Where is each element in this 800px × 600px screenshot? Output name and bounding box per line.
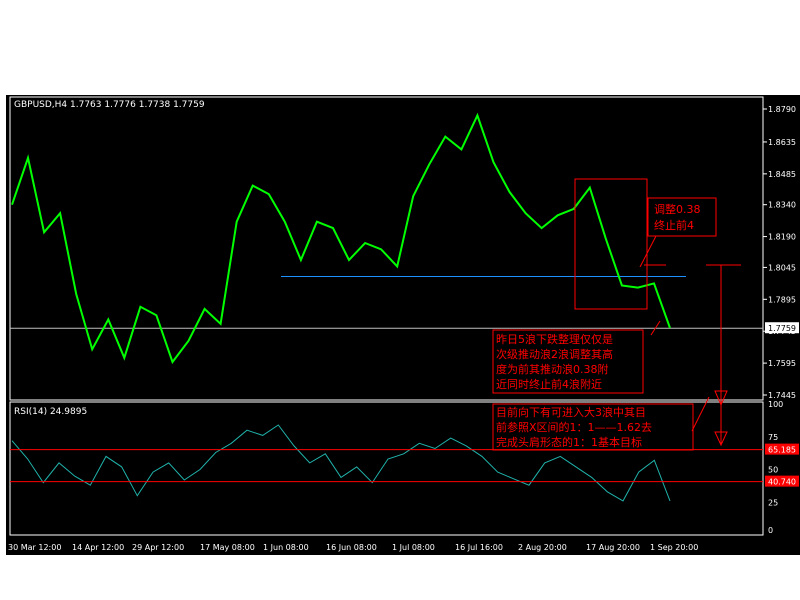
rsi-y-tick-label: 0 <box>768 526 773 535</box>
box-note-line-1: 调整0.38 <box>654 202 701 216</box>
price-y-tick-label: 1.8485 <box>768 170 796 179</box>
box-note-pointer <box>639 235 657 268</box>
x-tick-label: 16 Jul 16:00 <box>455 543 503 552</box>
price-series <box>11 112 671 365</box>
rsi-y-tick-label: 100 <box>768 400 783 409</box>
rsi-header: RSI(14) 24.9895 <box>14 407 87 417</box>
x-tick-label: 16 Jun 08:00 <box>326 543 377 552</box>
rsi-y-tick-label: 25 <box>768 498 778 507</box>
price-y-axis: 1.8790 1.8635 1.8485 1.8340 1.8190 1.8045 1.78… <box>763 105 796 400</box>
target-note-line-3: 完成头肩形态的1：1基本目标 <box>496 435 642 449</box>
price-y-tick-label: 1.8340 <box>768 201 796 210</box>
x-tick-label: 1 Jul 08:00 <box>392 543 435 552</box>
price-y-tick-label: 1.7445 <box>768 391 796 400</box>
price-y-tick-label: 1.8045 <box>768 263 796 272</box>
chart-canvas: GBPUSD,H4 1.7763 1.7776 1.7738 1.7759 RS… <box>8 96 799 552</box>
rsi-y-axis: 100 75 50 25 0 <box>768 400 783 535</box>
consolidation-box <box>574 178 648 310</box>
x-tick-label: 2 Aug 20:00 <box>518 543 567 552</box>
x-tick-label: 17 May 08:00 <box>200 543 255 552</box>
target-note-line-1: 目前向下有可进入大3浪中其目 <box>496 405 646 419</box>
price-y-tick-label: 1.8190 <box>768 233 796 242</box>
box-note-line-2: 终止前4 <box>654 218 694 232</box>
x-tick-label: 17 Aug 20:00 <box>586 543 640 552</box>
x-tick-label: 1 Jun 08:00 <box>263 543 309 552</box>
main-note-line-4: 近同时终止前4浪附近 <box>496 377 602 391</box>
price-y-tick-label: 1.8635 <box>768 138 796 147</box>
current-price-label: 1.7759 <box>768 324 796 333</box>
price-y-tick-label: 1.7595 <box>768 359 796 368</box>
price-y-tick-label: 1.8790 <box>768 105 796 114</box>
rsi-upper-label: 65.185 <box>768 446 796 455</box>
x-tick-label: 14 Apr 12:00 <box>72 543 124 552</box>
main-note-line-2: 次级推动浪2浪调整其高 <box>496 347 613 361</box>
price-y-tick-label: 1.7895 <box>768 295 796 304</box>
rsi-y-tick-label: 50 <box>768 466 778 475</box>
x-tick-label: 30 Mar 12:00 <box>8 543 61 552</box>
x-axis: 30 Mar 12:00 14 Apr 12:00 29 Apr 12:00 17 M… <box>8 543 698 552</box>
chart-window: GBPUSD,H4 1.7763 1.7776 1.7738 1.7759 RS… <box>6 95 800 555</box>
main-note-line-3: 度为前其推动浪0.38附 <box>496 362 609 376</box>
price-header: GBPUSD,H4 1.7763 1.7776 1.7738 1.7759 <box>14 100 205 110</box>
rsi-y-tick-label: 75 <box>768 433 778 442</box>
target-note-line-2: 前参照X区间的1：1——1.62去 <box>496 420 652 434</box>
rsi-lower-label: 40.740 <box>768 478 796 487</box>
x-tick-label: 1 Sep 20:00 <box>650 543 698 552</box>
x-tick-label: 29 Apr 12:00 <box>132 543 184 552</box>
main-note-line-1: 昨日5浪下跌整理仅仅是 <box>496 332 613 346</box>
